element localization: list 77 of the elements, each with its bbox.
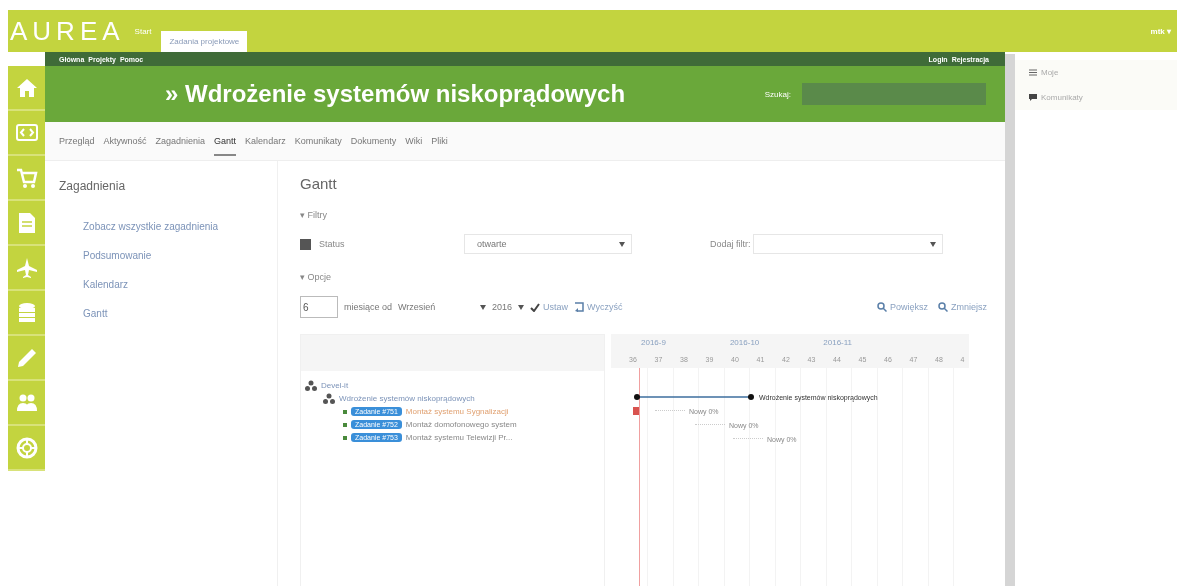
- search-field[interactable]: [801, 82, 987, 106]
- options-toggle[interactable]: ▾ Opcje: [300, 272, 987, 282]
- caret-icon: [480, 304, 487, 310]
- sidebar-title: Zagadnienia: [59, 179, 127, 193]
- magnifier-icon: [876, 302, 887, 312]
- sidebar-icon-button[interactable]: [8, 156, 45, 201]
- panel-link[interactable]: Komunikaty: [1015, 85, 1177, 110]
- panel-link[interactable]: Moje: [1015, 60, 1177, 85]
- lifebuoy-icon: [15, 436, 38, 459]
- pencil-icon: [15, 346, 38, 369]
- sidebar-link[interactable]: Gantt: [83, 308, 277, 319]
- reload-icon: [574, 302, 585, 312]
- status-select[interactable]: otwarte: [464, 234, 632, 254]
- page-title: Gantt: [300, 175, 338, 192]
- caret-icon: [619, 241, 625, 247]
- sidebar-icon-button[interactable]: [8, 336, 45, 381]
- clear-link[interactable]: Wyczyść: [574, 302, 623, 312]
- hierarchy-icon: [305, 380, 317, 391]
- issue-link[interactable]: Montaż systemu Telewizji Pr...: [405, 433, 513, 442]
- scrollbar[interactable]: [1005, 54, 1015, 586]
- magnifier-icon: [938, 302, 948, 312]
- sidebar-icon-button[interactable]: [8, 66, 45, 111]
- sidebar-icon-button[interactable]: [8, 201, 45, 246]
- cart-icon: [15, 166, 38, 189]
- connector-line: [695, 424, 725, 426]
- filter-label: Status: [319, 239, 346, 249]
- project-link[interactable]: Wdrożenie systemów niskoprądowych: [339, 394, 475, 403]
- bullet-icon: [343, 422, 347, 427]
- tab[interactable]: Komunikaty: [294, 126, 342, 156]
- month-label: 2016-11: [823, 337, 853, 347]
- project-title: » Wdrożenie systemów niskoprądowych: [165, 80, 627, 108]
- sidebar-icon-button[interactable]: [8, 426, 45, 471]
- month-label: 2016-9: [641, 337, 666, 347]
- code-icon: [15, 121, 38, 144]
- tab[interactable]: Pliki: [431, 126, 448, 156]
- sidebar-icon-button[interactable]: [8, 381, 45, 426]
- group-link[interactable]: Devel-it: [321, 381, 349, 390]
- add-filter-select[interactable]: [752, 234, 943, 254]
- tab[interactable]: Zagadnienia: [155, 126, 206, 156]
- search-label: Szukaj:: [764, 89, 791, 99]
- apply-link[interactable]: Ustaw: [530, 302, 569, 312]
- filter-checkbox[interactable]: [300, 238, 311, 250]
- project-tab[interactable]: Zadania projektowe: [161, 31, 248, 52]
- tab[interactable]: Dokumenty: [350, 126, 397, 156]
- connector-line: [733, 438, 763, 440]
- speech-bubble-icon: [1029, 94, 1037, 101]
- zoom-out-link[interactable]: Zmniejsz: [938, 302, 987, 312]
- tab[interactable]: Gantt: [214, 126, 237, 156]
- sidebar-link[interactable]: Zobacz wszystkie zagadnienia: [83, 221, 277, 232]
- filters-toggle[interactable]: ▾ Filtry: [300, 210, 987, 220]
- sidebar-icon-button[interactable]: [8, 246, 45, 291]
- home-icon: [15, 76, 38, 99]
- bullet-icon: [343, 409, 347, 414]
- hierarchy-icon: [323, 393, 335, 404]
- tab[interactable]: Kalendarz: [245, 126, 286, 156]
- caret-icon: [518, 304, 525, 310]
- tab[interactable]: Aktywność: [103, 126, 147, 156]
- add-filter-label: Dodaj filtr:: [710, 239, 751, 249]
- month-label: 2016-10: [729, 337, 760, 347]
- check-icon: [530, 302, 541, 312]
- zoom-in-link[interactable]: Powiększ: [876, 302, 928, 312]
- months-label: miesiące od: [344, 302, 393, 312]
- connector-line: [655, 410, 685, 412]
- bullet-icon: [343, 435, 347, 440]
- caret-icon: [929, 241, 936, 247]
- list-icon: [1029, 69, 1037, 76]
- tab[interactable]: Wiki: [405, 126, 423, 156]
- months-field[interactable]: 6: [300, 296, 338, 318]
- issue-link[interactable]: Montaż systemu Sygnalizacji: [405, 407, 509, 416]
- sidebar-link[interactable]: Podsumowanie: [83, 250, 277, 261]
- sidebar-icon-button[interactable]: [8, 111, 45, 156]
- tab[interactable]: Przegląd: [59, 126, 95, 156]
- sidebar-icon-button[interactable]: [8, 291, 45, 336]
- year-select[interactable]: 2016: [492, 297, 525, 317]
- issue-link[interactable]: Montaż domofonowego system: [405, 420, 517, 429]
- month-select[interactable]: Wrzesień: [398, 297, 487, 317]
- sidebar-link[interactable]: Kalendarz: [83, 279, 277, 290]
